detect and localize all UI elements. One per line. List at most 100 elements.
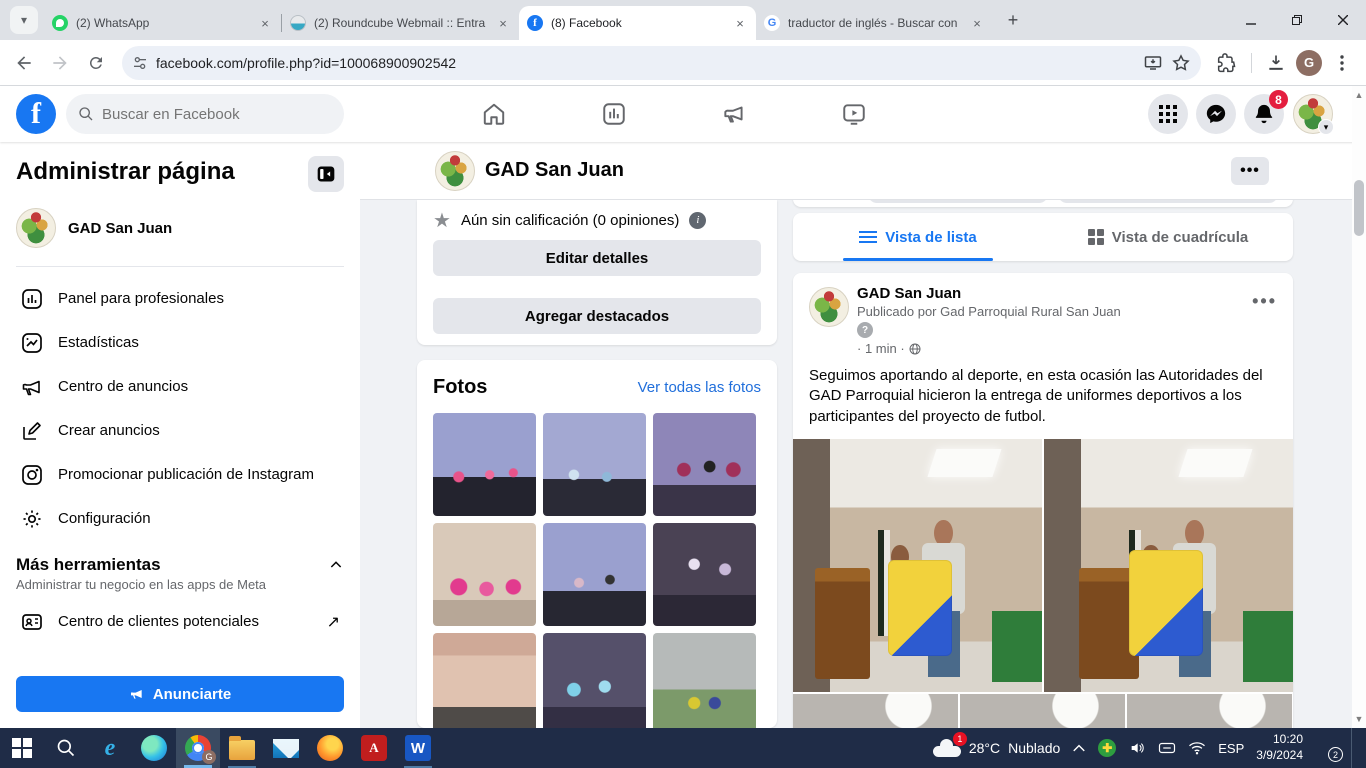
tab-roundcube[interactable]: (2) Roundcube Webmail :: Entra × xyxy=(282,6,519,40)
window-close-button[interactable] xyxy=(1320,0,1366,40)
weather-widget[interactable]: 1 28°C Nublado xyxy=(933,739,1060,757)
taskbar-internet-explorer[interactable]: e xyxy=(88,728,132,768)
tab-whatsapp[interactable]: (2) WhatsApp × xyxy=(44,6,281,40)
site-settings-icon[interactable] xyxy=(132,55,148,71)
tab-grid-view[interactable]: Vista de cuadrícula xyxy=(1043,213,1293,261)
info-icon[interactable]: i xyxy=(689,212,706,229)
start-button[interactable] xyxy=(0,728,44,768)
touch-keyboard-icon[interactable] xyxy=(1158,741,1176,755)
edge-icon xyxy=(141,735,167,761)
post-photo[interactable] xyxy=(960,694,1125,728)
nav-insights[interactable] xyxy=(559,94,669,134)
facebook-logo[interactable]: f xyxy=(16,94,56,134)
account-avatar[interactable]: ▾ xyxy=(1293,94,1333,134)
url-input[interactable] xyxy=(156,55,1135,71)
post-photo[interactable] xyxy=(1044,439,1293,692)
photo-thumbnail[interactable] xyxy=(653,523,756,626)
browser-menu-kebab-icon[interactable] xyxy=(1326,47,1358,79)
nav-home[interactable] xyxy=(439,94,549,134)
page-scrollbar[interactable]: ▲ ▼ xyxy=(1352,86,1366,728)
scroll-up-icon[interactable]: ▲ xyxy=(1352,88,1366,102)
post-more-options-button[interactable]: ••• xyxy=(1252,291,1277,312)
facebook-search[interactable] xyxy=(66,94,344,134)
more-tools-section[interactable]: Más herramientas xyxy=(16,555,344,575)
post-photo[interactable] xyxy=(793,694,958,728)
tray-expand-chevron-icon[interactable] xyxy=(1072,743,1086,753)
wifi-icon[interactable] xyxy=(1188,741,1206,755)
messenger-button[interactable] xyxy=(1196,94,1236,134)
taskbar-word[interactable]: W xyxy=(396,728,440,768)
extensions-icon[interactable] xyxy=(1211,47,1243,79)
window-maximize-button[interactable] xyxy=(1274,0,1320,40)
show-desktop-strip[interactable] xyxy=(1351,728,1356,768)
post-timestamp[interactable]: · 1 min · xyxy=(857,341,905,356)
sidebar-page-row[interactable]: GAD San Juan xyxy=(16,208,344,248)
photo-thumbnail[interactable] xyxy=(653,413,756,516)
taskbar-chrome-active[interactable]: G xyxy=(176,728,220,768)
menu-grid-button[interactable] xyxy=(1148,94,1188,134)
page-more-options-button[interactable]: ••• xyxy=(1231,157,1269,185)
sidebar-item-leads-center[interactable]: Centro de clientes potenciales ↗ xyxy=(16,600,344,644)
tab-close-icon[interactable]: × xyxy=(969,15,985,31)
sidebar-item-create-ads[interactable]: Crear anuncios xyxy=(16,409,344,453)
action-center-button[interactable]: 2 xyxy=(1315,738,1339,758)
advertise-button[interactable]: Anunciarte xyxy=(16,676,344,712)
post-photo[interactable] xyxy=(1127,694,1292,728)
scrollbar-thumb[interactable] xyxy=(1354,180,1364,236)
sidebar-item-ad-center[interactable]: Centro de anuncios xyxy=(16,365,344,409)
photo-thumbnail[interactable] xyxy=(543,523,646,626)
tab-google-search[interactable]: G traductor de inglés - Buscar con × xyxy=(756,6,993,40)
back-icon[interactable] xyxy=(8,47,40,79)
nav-video[interactable] xyxy=(799,94,909,134)
collapse-sidebar-button[interactable] xyxy=(308,156,344,192)
window-minimize-button[interactable] xyxy=(1228,0,1274,40)
sidebar-item-professional-dashboard[interactable]: Panel para profesionales xyxy=(16,277,344,321)
tab-close-icon[interactable]: × xyxy=(732,15,748,31)
browser-profile-avatar[interactable]: G xyxy=(1296,50,1322,76)
language-indicator[interactable]: ESP xyxy=(1218,741,1244,756)
photo-thumbnail[interactable] xyxy=(543,633,646,728)
taskbar-acrobat[interactable]: A xyxy=(352,728,396,768)
sidebar-item-statistics[interactable]: Estadísticas xyxy=(16,321,344,365)
add-featured-button[interactable]: Agregar destacados xyxy=(433,298,761,334)
volume-icon[interactable] xyxy=(1128,740,1146,756)
taskbar-search-button[interactable] xyxy=(44,728,88,768)
tab-close-icon[interactable]: × xyxy=(257,15,273,31)
reload-icon[interactable] xyxy=(80,47,112,79)
photo-thumbnail[interactable] xyxy=(433,523,536,626)
tab-close-icon[interactable]: × xyxy=(495,15,511,31)
taskbar-edge[interactable] xyxy=(132,728,176,768)
antivirus-tray-icon[interactable]: ✚ xyxy=(1098,739,1116,757)
forward-icon[interactable] xyxy=(44,47,76,79)
post-author-avatar[interactable] xyxy=(809,287,849,327)
address-bar[interactable] xyxy=(122,46,1201,80)
taskbar-firefox[interactable] xyxy=(308,728,352,768)
tab-facebook-active[interactable]: f (8) Facebook × xyxy=(519,6,756,40)
new-tab-button[interactable]: + xyxy=(999,6,1027,34)
sidebar-item-label: Centro de clientes potenciales xyxy=(58,613,259,632)
sidebar-item-boost-instagram[interactable]: Promocionar publicación de Instagram xyxy=(16,453,344,497)
post-author-name[interactable]: GAD San Juan xyxy=(857,285,1277,302)
tab-list-view[interactable]: Vista de lista xyxy=(793,213,1043,261)
nav-ad-center[interactable] xyxy=(679,94,789,134)
post-photo[interactable] xyxy=(793,439,1042,692)
see-all-photos-link[interactable]: Ver todas las fotos xyxy=(638,379,761,396)
clock[interactable]: 10:20 3/9/2024 xyxy=(1256,732,1303,763)
photo-thumbnail[interactable] xyxy=(543,413,646,516)
tab-search-chevron-icon[interactable]: ▾ xyxy=(10,6,38,34)
taskbar-mail[interactable] xyxy=(264,728,308,768)
sidebar-item-settings[interactable]: Configuración xyxy=(16,497,344,541)
notifications-button[interactable]: 8 xyxy=(1244,94,1284,134)
install-app-icon[interactable] xyxy=(1143,54,1163,72)
photo-thumbnail[interactable] xyxy=(653,633,756,728)
edit-details-button[interactable]: Editar detalles xyxy=(433,240,761,276)
taskbar-file-explorer[interactable] xyxy=(220,728,264,768)
scroll-down-icon[interactable]: ▼ xyxy=(1352,712,1366,726)
photo-thumbnail[interactable] xyxy=(433,413,536,516)
question-badge-icon[interactable]: ? xyxy=(857,322,873,338)
facebook-search-input[interactable] xyxy=(102,106,302,123)
photo-thumbnail[interactable] xyxy=(433,633,536,728)
page-avatar[interactable] xyxy=(435,151,475,191)
bookmark-star-icon[interactable] xyxy=(1171,53,1191,73)
downloads-icon[interactable] xyxy=(1260,47,1292,79)
